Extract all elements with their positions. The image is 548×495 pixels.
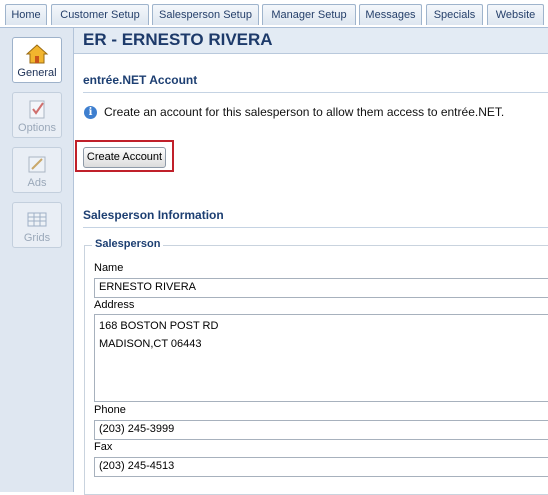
sidebar: General Options Ads Grids <box>0 28 74 492</box>
sidebar-item-options[interactable]: Options <box>12 92 62 138</box>
checklist-icon <box>25 98 49 120</box>
section-divider <box>83 227 548 228</box>
fax-field[interactable]: (203) 245-4513 <box>94 457 548 477</box>
page-title: ER - ERNESTO RIVERA <box>83 30 273 49</box>
tab-manager-setup[interactable]: Manager Setup <box>262 4 356 25</box>
tab-home[interactable]: Home <box>5 4 47 25</box>
sidebar-item-general[interactable]: General <box>12 37 62 83</box>
phone-label: Phone <box>94 404 126 416</box>
tab-messages[interactable]: Messages <box>359 4 422 25</box>
ads-icon <box>25 153 49 175</box>
salesperson-section-title: Salesperson Information <box>83 208 224 222</box>
sidebar-item-ads[interactable]: Ads <box>12 147 62 193</box>
grid-icon <box>25 208 49 230</box>
account-section-title: entrée.NET Account <box>83 73 198 87</box>
salesperson-legend: Salesperson <box>92 238 164 250</box>
sidebar-item-label: Grids <box>23 232 51 244</box>
sidebar-item-label: Ads <box>27 177 47 189</box>
sidebar-item-label: Options <box>18 122 56 134</box>
tab-website[interactable]: Website <box>487 4 544 25</box>
info-icon: i <box>84 106 97 119</box>
tab-salesperson-setup[interactable]: Salesperson Setup <box>152 4 259 25</box>
house-icon <box>25 43 49 65</box>
top-tab-bar: Home Customer Setup Salesperson Setup Ma… <box>0 0 548 28</box>
address-line: MADISON,CT 06443 <box>99 338 202 350</box>
phone-field[interactable]: (203) 245-3999 <box>94 420 548 440</box>
page-header: ER - ERNESTO RIVERA <box>74 28 548 54</box>
sidebar-item-label: General <box>17 67 57 79</box>
address-field[interactable]: 168 BOSTON POST RD MADISON,CT 06443 <box>94 314 548 402</box>
account-info-text: Create an account for this salesperson t… <box>104 105 505 119</box>
section-divider <box>83 92 548 93</box>
tab-customer-setup[interactable]: Customer Setup <box>51 4 149 25</box>
name-field[interactable]: ERNESTO RIVERA <box>94 278 548 298</box>
create-account-button[interactable]: Create Account <box>83 147 166 168</box>
address-line: 168 BOSTON POST RD <box>99 320 219 332</box>
sidebar-item-grids[interactable]: Grids <box>12 202 62 248</box>
address-label: Address <box>94 299 135 311</box>
tab-specials[interactable]: Specials <box>426 4 483 25</box>
name-label: Name <box>94 262 124 274</box>
fax-label: Fax <box>94 441 113 453</box>
